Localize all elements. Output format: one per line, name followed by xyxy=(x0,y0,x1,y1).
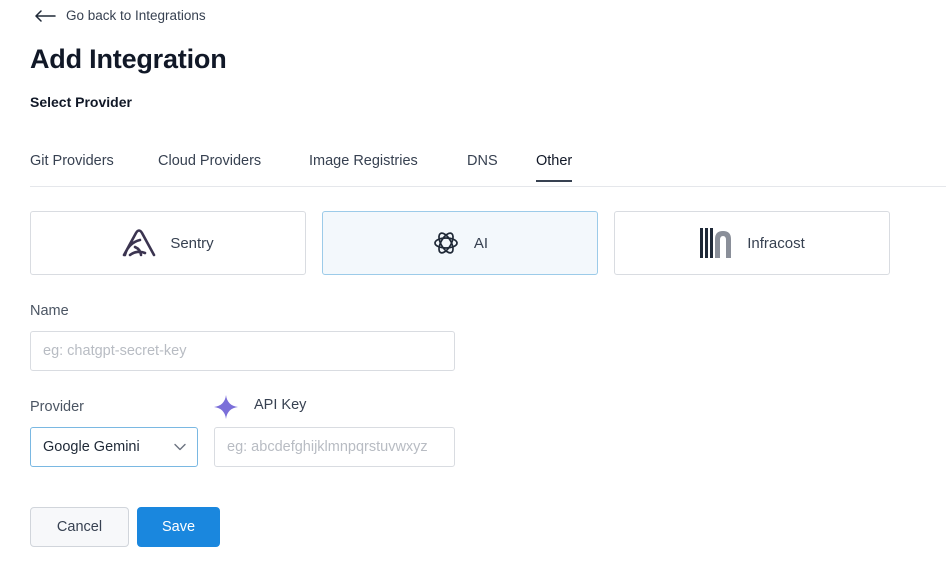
provider-card-ai[interactable]: AI xyxy=(322,211,598,275)
tab-git-providers[interactable]: Git Providers xyxy=(30,153,114,181)
back-link-label: Go back to Integrations xyxy=(66,8,206,23)
gemini-sparkle-icon xyxy=(214,395,238,419)
arrow-left-icon xyxy=(35,9,56,22)
tab-image-registries[interactable]: Image Registries xyxy=(309,153,418,181)
tab-cloud-providers[interactable]: Cloud Providers xyxy=(158,153,261,181)
provider-select[interactable]: Google Gemini xyxy=(30,427,198,467)
api-key-input[interactable] xyxy=(214,427,455,467)
provider-card-label: Sentry xyxy=(170,234,214,252)
back-to-integrations-link[interactable]: Go back to Integrations xyxy=(34,8,206,23)
provider-card-label: AI xyxy=(473,234,489,252)
provider-card-infracost[interactable]: Infracost xyxy=(614,211,890,275)
select-provider-label: Select Provider xyxy=(30,94,132,110)
name-input[interactable] xyxy=(30,331,455,371)
tab-dns[interactable]: DNS xyxy=(467,153,498,181)
provider-label: Provider xyxy=(30,399,84,415)
tab-other[interactable]: Other xyxy=(536,153,573,182)
provider-card-sentry[interactable]: Sentry xyxy=(30,211,306,275)
cancel-button[interactable]: Cancel xyxy=(30,507,129,547)
page-title: Add Integration xyxy=(30,44,227,74)
sentry-icon xyxy=(123,229,156,257)
save-button[interactable]: Save xyxy=(137,507,220,547)
provider-select-value: Google Gemini xyxy=(43,439,140,455)
name-label: Name xyxy=(30,303,69,319)
provider-category-tabs: Git Providers Cloud Providers Image Regi… xyxy=(30,150,946,187)
infracost-icon xyxy=(700,228,732,258)
openai-icon xyxy=(434,232,458,254)
chevron-down-icon xyxy=(174,443,186,451)
provider-card-label: Infracost xyxy=(747,234,805,252)
api-key-label: API Key xyxy=(254,397,307,413)
